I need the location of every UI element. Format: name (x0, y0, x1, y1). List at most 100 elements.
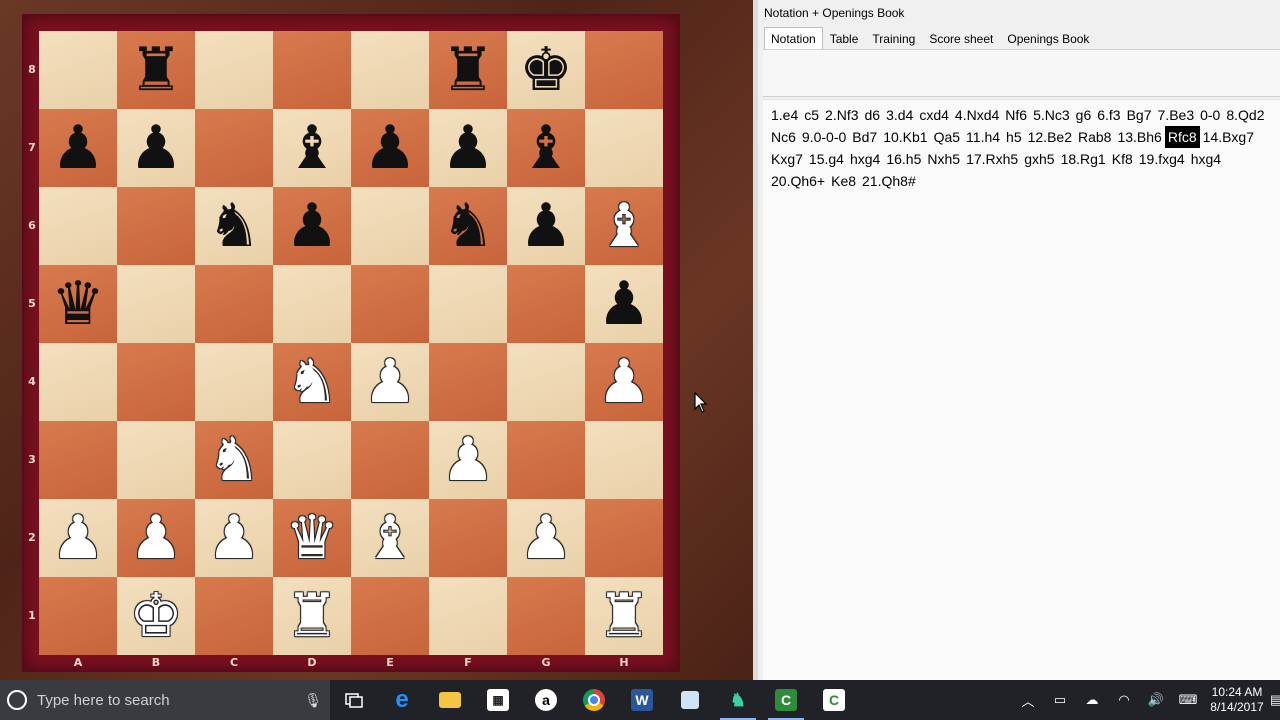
square-a4[interactable] (39, 343, 117, 421)
square-b3[interactable] (117, 421, 195, 499)
move-item[interactable]: 19.fxg4 (1136, 148, 1188, 170)
white-knight-icon[interactable]: ♞ (207, 430, 261, 490)
white-pawn-icon[interactable]: ♟ (441, 430, 495, 490)
taskbar-search[interactable]: 🎙 (0, 680, 330, 720)
move-item[interactable]: Nxh5 (924, 148, 963, 170)
white-bishop-icon[interactable]: ♝ (597, 196, 651, 256)
square-e5[interactable] (351, 265, 429, 343)
word-icon[interactable]: W (618, 680, 666, 720)
black-rook-icon[interactable]: ♜ (129, 40, 183, 100)
cortana-icon[interactable] (7, 690, 27, 710)
square-e8[interactable] (351, 31, 429, 109)
square-c8[interactable] (195, 31, 273, 109)
move-item[interactable]: 2.Nf3 (822, 104, 861, 126)
camtasia-icon[interactable]: C (762, 680, 810, 720)
move-item[interactable]: Rab8 (1075, 126, 1114, 148)
square-g8[interactable]: ♚ (507, 31, 585, 109)
black-pawn-icon[interactable]: ♟ (519, 196, 573, 256)
move-item[interactable]: Nc6 (768, 126, 799, 148)
black-queen-icon[interactable]: ♛ (51, 274, 105, 334)
square-d8[interactable] (273, 31, 351, 109)
black-pawn-icon[interactable]: ♟ (441, 118, 495, 178)
tab-notation[interactable]: Notation (764, 27, 823, 51)
square-c1[interactable] (195, 577, 273, 655)
move-item[interactable]: h5 (1003, 126, 1025, 148)
amazon-icon[interactable]: a (522, 680, 570, 720)
square-b1[interactable]: ♚ (117, 577, 195, 655)
move-item[interactable]: Qa5 (931, 126, 963, 148)
square-g4[interactable] (507, 343, 585, 421)
square-h8[interactable] (585, 31, 663, 109)
move-item[interactable]: 15.g4 (806, 148, 847, 170)
square-d3[interactable] (273, 421, 351, 499)
white-rook-icon[interactable]: ♜ (597, 586, 651, 646)
move-item[interactable]: Rfc8 (1164, 126, 1200, 148)
tab-training[interactable]: Training (865, 27, 922, 51)
square-a5[interactable]: ♛ (39, 265, 117, 343)
move-item[interactable]: 3.d4 (883, 104, 916, 126)
square-e2[interactable]: ♝ (351, 499, 429, 577)
white-rook-icon[interactable]: ♜ (285, 586, 339, 646)
square-h4[interactable]: ♟ (585, 343, 663, 421)
square-e7[interactable]: ♟ (351, 109, 429, 187)
move-item[interactable]: Bg7 (1124, 104, 1155, 126)
square-c2[interactable]: ♟ (195, 499, 273, 577)
move-item[interactable]: 20.Qh6+ (768, 170, 828, 192)
square-c6[interactable]: ♞ (195, 187, 273, 265)
move-item[interactable]: 8.Qd2 (1223, 104, 1267, 126)
square-d2[interactable]: ♛ (273, 499, 351, 577)
black-king-icon[interactable]: ♚ (519, 40, 573, 100)
move-item[interactable]: hxg4 (847, 148, 883, 170)
notifications-icon[interactable]: ▤ (1270, 692, 1280, 708)
square-e4[interactable]: ♟ (351, 343, 429, 421)
move-item[interactable]: 18.Rg1 (1058, 148, 1109, 170)
square-d5[interactable] (273, 265, 351, 343)
move-item[interactable]: Kf8 (1109, 148, 1136, 170)
move-item[interactable]: 4.Nxd4 (952, 104, 1002, 126)
square-b7[interactable]: ♟ (117, 109, 195, 187)
white-pawn-icon[interactable]: ♟ (597, 352, 651, 412)
clock[interactable]: 10:24 AM 8/14/2017 (1204, 685, 1270, 715)
square-b8[interactable]: ♜ (117, 31, 195, 109)
square-f5[interactable] (429, 265, 507, 343)
square-f7[interactable]: ♟ (429, 109, 507, 187)
square-g3[interactable] (507, 421, 585, 499)
white-pawn-icon[interactable]: ♟ (51, 508, 105, 568)
square-h1[interactable]: ♜ (585, 577, 663, 655)
square-c4[interactable] (195, 343, 273, 421)
white-pawn-icon[interactable]: ♟ (519, 508, 573, 568)
chess-app-icon[interactable]: ♞ (714, 680, 762, 720)
square-g5[interactable] (507, 265, 585, 343)
keyboard-icon[interactable]: ⌨ (1172, 692, 1204, 708)
white-king-icon[interactable]: ♚ (129, 586, 183, 646)
black-pawn-icon[interactable]: ♟ (363, 118, 417, 178)
search-input[interactable] (35, 690, 309, 710)
square-c5[interactable] (195, 265, 273, 343)
move-item[interactable]: 6.f3 (1094, 104, 1123, 126)
square-a1[interactable] (39, 577, 117, 655)
square-e3[interactable] (351, 421, 429, 499)
move-item[interactable]: Ke8 (828, 170, 859, 192)
square-h7[interactable] (585, 109, 663, 187)
file-explorer-icon[interactable] (426, 680, 474, 720)
square-a7[interactable]: ♟ (39, 109, 117, 187)
volume-icon[interactable]: 🔊 (1140, 692, 1172, 708)
square-g7[interactable]: ♝ (507, 109, 585, 187)
square-e6[interactable] (351, 187, 429, 265)
square-f1[interactable] (429, 577, 507, 655)
square-b5[interactable] (117, 265, 195, 343)
edge-icon[interactable]: e (378, 680, 426, 720)
move-item[interactable]: 10.Kb1 (880, 126, 930, 148)
move-item[interactable]: 11.h4 (963, 126, 1003, 148)
square-a8[interactable] (39, 31, 117, 109)
chess-board[interactable]: ♜ ♜ ♚ ♟ ♟ ♝ ♟ ♟ ♝ ♞ ♟ ♞ ♟ ♝ ♛ ♟ ♞ ♟ ♟ ♞ ♟ ♟ ♟ ♟ ♛ ♝ ♟ ♚ ♜ ♜ (39, 31, 663, 655)
tab-openings-book[interactable]: Openings Book (1000, 27, 1096, 51)
white-bishop-icon[interactable]: ♝ (363, 508, 417, 568)
square-g1[interactable] (507, 577, 585, 655)
square-b6[interactable] (117, 187, 195, 265)
black-pawn-icon[interactable]: ♟ (285, 196, 339, 256)
notepad-icon[interactable] (666, 680, 714, 720)
move-item[interactable]: g6 (1073, 104, 1095, 126)
square-a3[interactable] (39, 421, 117, 499)
square-g6[interactable]: ♟ (507, 187, 585, 265)
